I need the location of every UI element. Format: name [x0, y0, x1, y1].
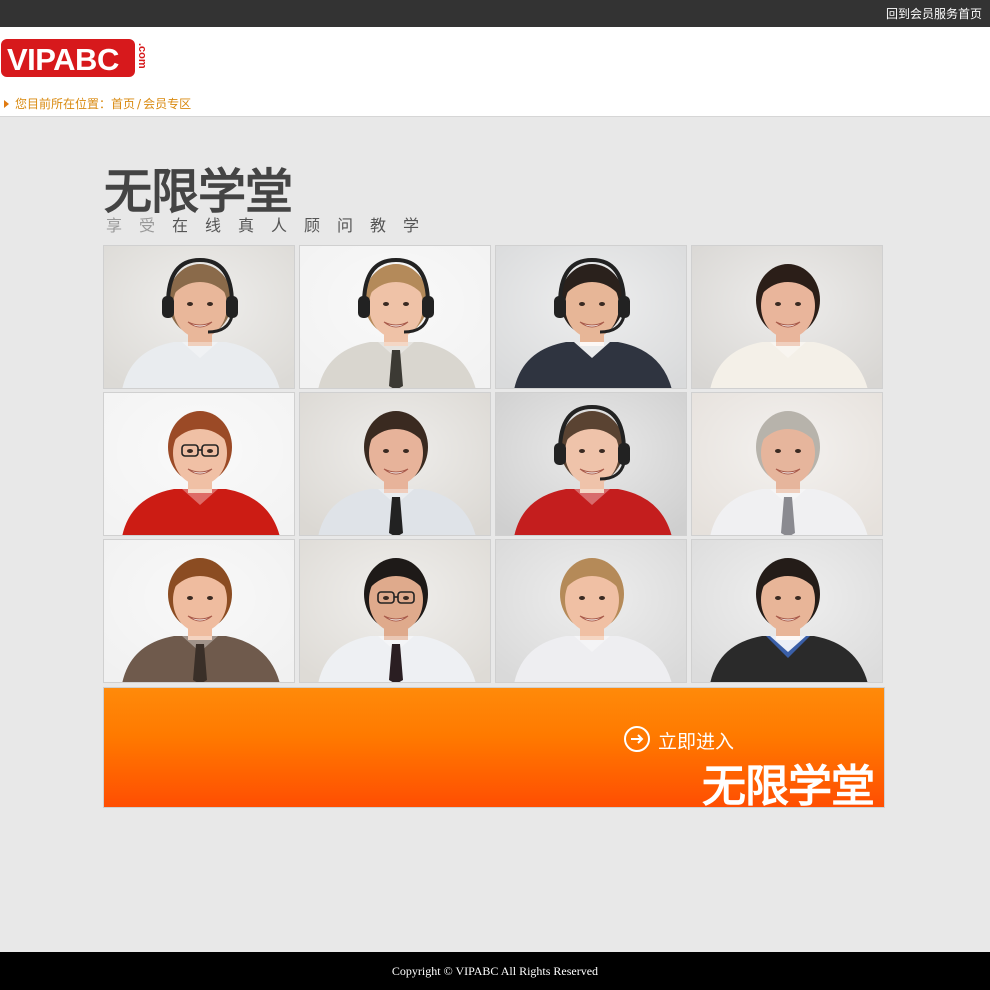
- logo-badge: VIPABC: [1, 39, 135, 77]
- breadcrumb-home-link[interactable]: 首页: [111, 95, 135, 112]
- footer: Copyright © VIPABC All Rights Reserved: [0, 952, 990, 990]
- consultant-photo-grid: [103, 245, 885, 687]
- breadcrumb-separator: /: [137, 96, 142, 111]
- consultant-portrait: [104, 393, 294, 535]
- consultant-portrait: [104, 540, 294, 682]
- logo-suffix: .com: [136, 43, 148, 69]
- consultant-portrait: [104, 246, 294, 388]
- consultant-photo: [299, 539, 491, 683]
- consultant-portrait: [300, 393, 490, 535]
- enter-classroom-button[interactable]: 立即进入 无限学堂: [103, 687, 885, 812]
- consultant-photo: [299, 392, 491, 536]
- consultant-portrait: [300, 540, 490, 682]
- consultant-portrait: [496, 540, 686, 682]
- consultant-photo: [495, 392, 687, 536]
- consultant-photo: [103, 539, 295, 683]
- consultant-photo: [495, 539, 687, 683]
- consultant-portrait: [692, 246, 882, 388]
- consultant-portrait: [692, 540, 882, 682]
- consultant-portrait: [496, 393, 686, 535]
- subtitle-light: 享受: [106, 216, 173, 235]
- consultant-photo: [691, 245, 883, 389]
- consultant-portrait: [692, 393, 882, 535]
- vipabc-logo[interactable]: VIPABC .com: [1, 39, 148, 79]
- logo-text: VIPABC: [7, 42, 119, 77]
- breadcrumb-current-link[interactable]: 会员专区: [143, 95, 191, 112]
- consultant-photo: [691, 392, 883, 536]
- consultant-portrait: [496, 246, 686, 388]
- page-subtitle: 享受在线真人顾问教学: [106, 212, 436, 236]
- top-bar: 回到会员服务首页: [0, 0, 990, 27]
- consultant-photo: [495, 245, 687, 389]
- arrow-circle-icon: [624, 726, 650, 752]
- consultant-photo: [299, 245, 491, 389]
- breadcrumb-arrow-icon: [4, 99, 9, 108]
- breadcrumb: 您目前所在位置： 首页 / 会员专区: [4, 95, 191, 112]
- consultant-portrait: [300, 246, 490, 388]
- consultant-photo: [103, 245, 295, 389]
- consultant-photo: [691, 539, 883, 683]
- enter-title: 无限学堂: [702, 761, 875, 812]
- consultant-photo: [103, 392, 295, 536]
- header: VIPABC .com 您目前所在位置： 首页 / 会员专区: [0, 27, 990, 117]
- member-home-link[interactable]: 回到会员服务首页: [886, 5, 982, 22]
- subtitle-dark: 在线真人顾问教学: [172, 216, 437, 235]
- breadcrumb-prefix: 您目前所在位置：: [15, 97, 112, 111]
- copyright-text: Copyright © VIPABC All Rights Reserved: [391, 964, 599, 978]
